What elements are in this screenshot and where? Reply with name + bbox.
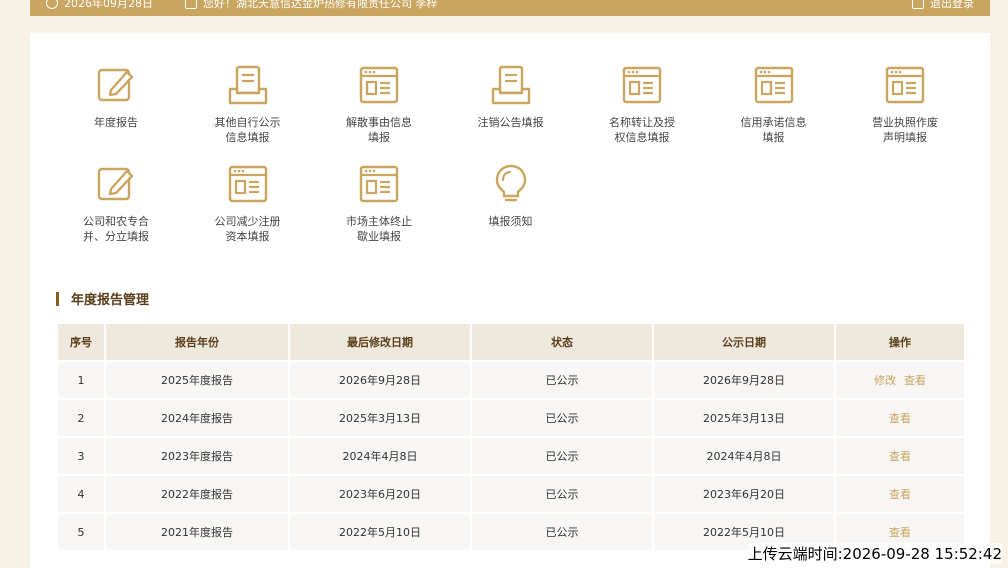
menu-item-8[interactable]: 公司和农专合 并、分立填报 <box>56 162 176 244</box>
menu-item-3[interactable]: 解散事由信息 填报 <box>319 63 439 145</box>
menu-item-10[interactable]: 市场主体终止 歇业填报 <box>319 162 439 244</box>
column-header: 序号 <box>56 322 106 362</box>
cell-modified: 2026年9月28日 <box>288 360 472 400</box>
menu-item-6[interactable]: 信用承诺信息 填报 <box>714 63 834 145</box>
cell-year: 2023年度报告 <box>104 436 290 476</box>
table-header-row: 序号 报告年份 最后修改日期 状态 公示日期 操作 <box>56 322 966 362</box>
cell-actions: 查看 <box>834 474 966 514</box>
cell-published: 2024年4月8日 <box>652 436 836 476</box>
view-link[interactable]: 查看 <box>889 488 911 501</box>
page: 2026年09月28日 您好！湖北天慧信达金炉热修有限责任公司 李梓 退出登录 … <box>0 0 1008 568</box>
cell-published: 2026年9月28日 <box>652 360 836 400</box>
menu-item-11[interactable]: 填报须知 <box>451 162 571 229</box>
browser-window-icon <box>582 63 702 107</box>
cell-year: 2024年度报告 <box>104 398 290 438</box>
lightbulb-icon <box>451 162 571 206</box>
browser-window-icon <box>188 162 308 206</box>
cell-year: 2025年度报告 <box>104 360 290 400</box>
menu-item-label: 注销公告填报 <box>477 116 544 129</box>
cell-year: 2021年度报告 <box>104 512 290 552</box>
date-display: 2026年09月28日 <box>46 0 153 11</box>
cell-actions: 查看 <box>834 436 966 476</box>
view-link[interactable]: 查看 <box>889 450 911 463</box>
menu-item-5[interactable]: 名称转让及授 权信息填报 <box>582 63 702 145</box>
date-text: 2026年09月28日 <box>64 0 153 10</box>
cell-year: 2022年度报告 <box>104 474 290 514</box>
menu-item-label: 年度报告 <box>94 116 138 129</box>
inbox-document-icon <box>451 63 571 107</box>
browser-window-icon <box>714 63 834 107</box>
menu-item-4[interactable]: 注销公告填报 <box>451 63 571 130</box>
menu-item-label: 市场主体终止 歇业填报 <box>346 215 412 243</box>
cell-status: 已公示 <box>470 474 654 514</box>
browser-window-icon <box>845 63 965 107</box>
menu-item-label: 填报须知 <box>488 215 533 228</box>
section-title-bar <box>56 291 59 306</box>
cell-status: 已公示 <box>470 436 654 476</box>
table-row: 4 2022年度报告 2023年6月20日 已公示 2023年6月20日 查看 <box>56 474 966 514</box>
cell-modified: 2025年3月13日 <box>288 398 472 438</box>
table-row: 2 2024年度报告 2025年3月13日 已公示 2025年3月13日 查看 <box>56 398 966 438</box>
cell-no: 1 <box>56 360 106 400</box>
logout-button[interactable]: 退出登录 <box>912 0 974 11</box>
cell-published: 2023年6月20日 <box>652 474 836 514</box>
cell-status: 已公示 <box>470 360 654 400</box>
menu-item-label: 名称转让及授 权信息填报 <box>609 116 675 144</box>
browser-window-icon <box>319 162 439 206</box>
cell-modified: 2023年6月20日 <box>288 474 472 514</box>
pencil-edit-icon <box>56 162 176 206</box>
column-header: 状态 <box>470 322 654 362</box>
view-link[interactable]: 查看 <box>904 374 926 387</box>
section-title-text: 年度报告管理 <box>71 293 150 308</box>
logout-icon <box>912 0 924 9</box>
edit-link[interactable]: 修改 <box>874 374 896 387</box>
browser-window-icon <box>319 63 439 107</box>
cell-modified: 2022年5月10日 <box>288 512 472 552</box>
menu-item-2[interactable]: 其他自行公示 信息填报 <box>188 63 308 145</box>
clock-icon <box>46 0 58 9</box>
cell-status: 已公示 <box>470 512 654 552</box>
cell-no: 3 <box>56 436 106 476</box>
table-row: 1 2025年度报告 2026年9月28日 已公示 2026年9月28日 修改 查看 <box>56 360 966 400</box>
column-header: 报告年份 <box>104 322 290 362</box>
upload-timestamp: 上传云端时间:2026-09-28 15:52:42 <box>747 543 1002 564</box>
greeting: 您好！湖北天慧信达金炉热修有限责任公司 李梓 <box>185 0 438 11</box>
table-row: 3 2023年度报告 2024年4月8日 已公示 2024年4月8日 查看 <box>56 436 966 476</box>
menu-item-label: 其他自行公示 信息填报 <box>214 116 281 144</box>
cell-no: 5 <box>56 512 106 552</box>
menu-item-label: 公司和农专合 并、分立填报 <box>83 215 149 243</box>
table-body: 1 2025年度报告 2026年9月28日 已公示 2026年9月28日 修改 查看 2 202… <box>56 360 966 552</box>
menu-item-label: 营业执照作废 声明填报 <box>872 116 938 144</box>
menu-item-1[interactable]: 年度报告 <box>56 63 176 130</box>
annual-report-table: 序号 报告年份 最后修改日期 状态 公示日期 操作 1 2025年度报告 2026年9月28日… <box>56 322 966 552</box>
view-link[interactable]: 查看 <box>889 526 911 539</box>
column-header: 公示日期 <box>652 322 836 362</box>
column-header: 最后修改日期 <box>288 322 472 362</box>
menu-item-9[interactable]: 公司减少注册 资本填报 <box>188 162 308 244</box>
cell-status: 已公示 <box>470 398 654 438</box>
logout-label: 退出登录 <box>930 0 974 10</box>
menu-item-7[interactable]: 营业执照作废 声明填报 <box>845 63 965 145</box>
menu-item-label: 解散事由信息 填报 <box>346 116 412 144</box>
inbox-document-icon <box>188 63 308 107</box>
pencil-edit-icon <box>56 63 176 107</box>
menu-item-label: 公司减少注册 资本填报 <box>214 215 281 243</box>
column-header: 操作 <box>834 322 966 362</box>
cell-modified: 2024年4月8日 <box>288 436 472 476</box>
cell-published: 2025年3月13日 <box>652 398 836 438</box>
view-link[interactable]: 查看 <box>889 412 911 425</box>
cell-no: 2 <box>56 398 106 438</box>
main-card: 年度报告 其他自行公示 信息填报 解散事由信息 填报 注销公告填报 名称转让及授 权信息… <box>30 33 990 568</box>
cell-actions: 查看 <box>834 398 966 438</box>
building-icon <box>185 0 197 9</box>
top-bar: 2026年09月28日 您好！湖北天慧信达金炉热修有限责任公司 李梓 退出登录 <box>30 0 990 16</box>
cell-no: 4 <box>56 474 106 514</box>
greeting-text: 您好！湖北天慧信达金炉热修有限责任公司 李梓 <box>203 0 438 10</box>
section-title: 年度报告管理 <box>56 289 149 308</box>
cell-actions: 修改 查看 <box>834 360 966 400</box>
menu-item-label: 信用承诺信息 填报 <box>740 116 807 144</box>
